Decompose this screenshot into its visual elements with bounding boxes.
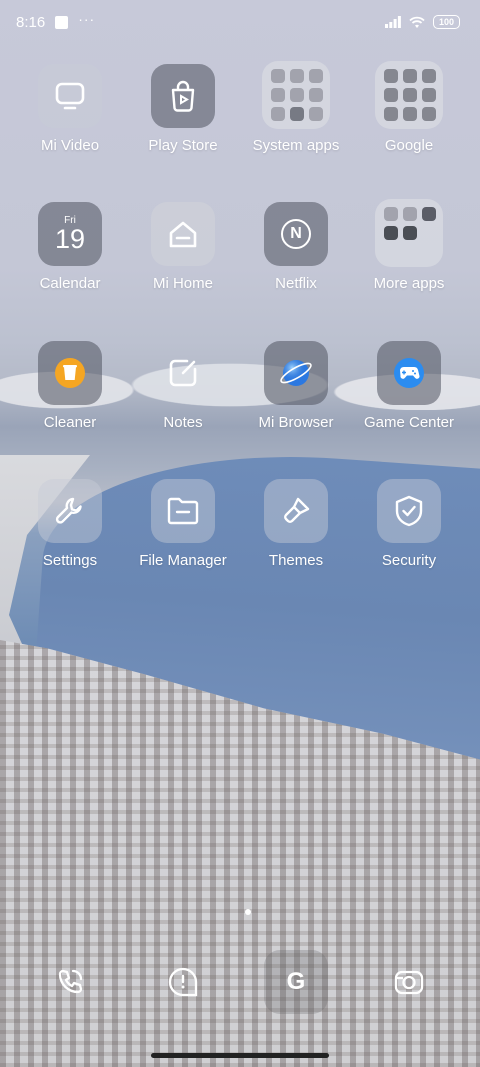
app-label: Settings <box>42 552 98 569</box>
notification-square-icon <box>55 15 69 29</box>
trash-icon <box>38 341 102 405</box>
dock-google-search[interactable]: G <box>264 950 328 1014</box>
app-settings[interactable]: Settings <box>10 479 130 569</box>
netflix-n-icon: N <box>264 202 328 266</box>
app-label: Security <box>381 552 437 569</box>
app-label: Mi Browser <box>258 414 334 431</box>
note-pen-icon <box>151 341 215 405</box>
phone-icon <box>58 969 83 994</box>
camera-icon <box>394 970 424 995</box>
more-notifications-icon: ··· <box>78 11 96 27</box>
folder-icon <box>375 199 443 267</box>
page-indicator-dot <box>245 909 251 915</box>
clock: 8:16 <box>16 13 46 31</box>
folder-icon <box>375 61 443 129</box>
app-calendar[interactable]: Fri 19 Calendar <box>10 202 130 292</box>
app-file-manager[interactable]: File Manager <box>123 479 243 569</box>
wrench-icon <box>38 479 102 543</box>
app-themes[interactable]: Themes <box>236 479 356 569</box>
app-label: More apps <box>373 275 445 292</box>
folder-system-apps[interactable]: System apps <box>236 61 356 154</box>
shield-check-icon <box>377 479 441 543</box>
wifi-icon <box>409 16 425 28</box>
app-label: Mi Home <box>152 275 213 292</box>
battery-indicator: 100 <box>433 15 460 29</box>
app-netflix[interactable]: N Netflix <box>236 202 356 292</box>
app-label: System apps <box>252 137 340 154</box>
app-security[interactable]: Security <box>349 479 469 569</box>
gamepad-icon <box>377 341 441 405</box>
app-mi-browser[interactable]: Mi Browser <box>236 341 356 431</box>
app-cleaner[interactable]: Cleaner <box>10 341 130 431</box>
app-label: Calendar <box>39 275 101 292</box>
play-bag-icon <box>151 64 215 128</box>
planet-icon <box>264 341 328 405</box>
brush-icon <box>264 479 328 543</box>
dock-phone[interactable] <box>38 950 102 1014</box>
app-mi-home[interactable]: Mi Home <box>123 202 243 292</box>
app-label: Mi Video <box>40 137 100 154</box>
app-label: Netflix <box>275 275 317 292</box>
status-bar: 8:16 ··· 100 <box>0 0 480 44</box>
signal-icon <box>385 16 401 28</box>
app-label: Game Center <box>363 414 455 431</box>
folder-google[interactable]: Google <box>349 61 469 154</box>
app-notes[interactable]: Notes <box>123 341 243 431</box>
chat-bubble-icon <box>168 967 198 997</box>
app-label: File Manager <box>139 552 227 569</box>
folder-icon <box>262 61 330 129</box>
app-label: Notes <box>163 414 203 431</box>
google-search-icon: G <box>286 968 306 995</box>
calendar-date: 19 <box>54 224 86 254</box>
home-icon <box>151 202 215 266</box>
folder-file-icon <box>151 479 215 543</box>
home-indicator[interactable] <box>151 1053 329 1058</box>
app-label: Cleaner <box>43 414 97 431</box>
folder-more-apps[interactable]: More apps <box>349 199 469 292</box>
app-game-center[interactable]: Game Center <box>349 341 469 431</box>
app-label: Play Store <box>148 137 218 154</box>
netflix-letter: N <box>281 219 311 249</box>
calendar-icon: Fri 19 <box>38 202 102 266</box>
tv-icon <box>38 64 102 128</box>
app-label: Themes <box>268 552 324 569</box>
app-play-store[interactable]: Play Store <box>123 64 243 154</box>
dock-messages[interactable] <box>151 950 215 1014</box>
app-label: Google <box>384 137 434 154</box>
dock-camera[interactable] <box>377 950 441 1014</box>
app-mi-video[interactable]: Mi Video <box>10 64 130 154</box>
